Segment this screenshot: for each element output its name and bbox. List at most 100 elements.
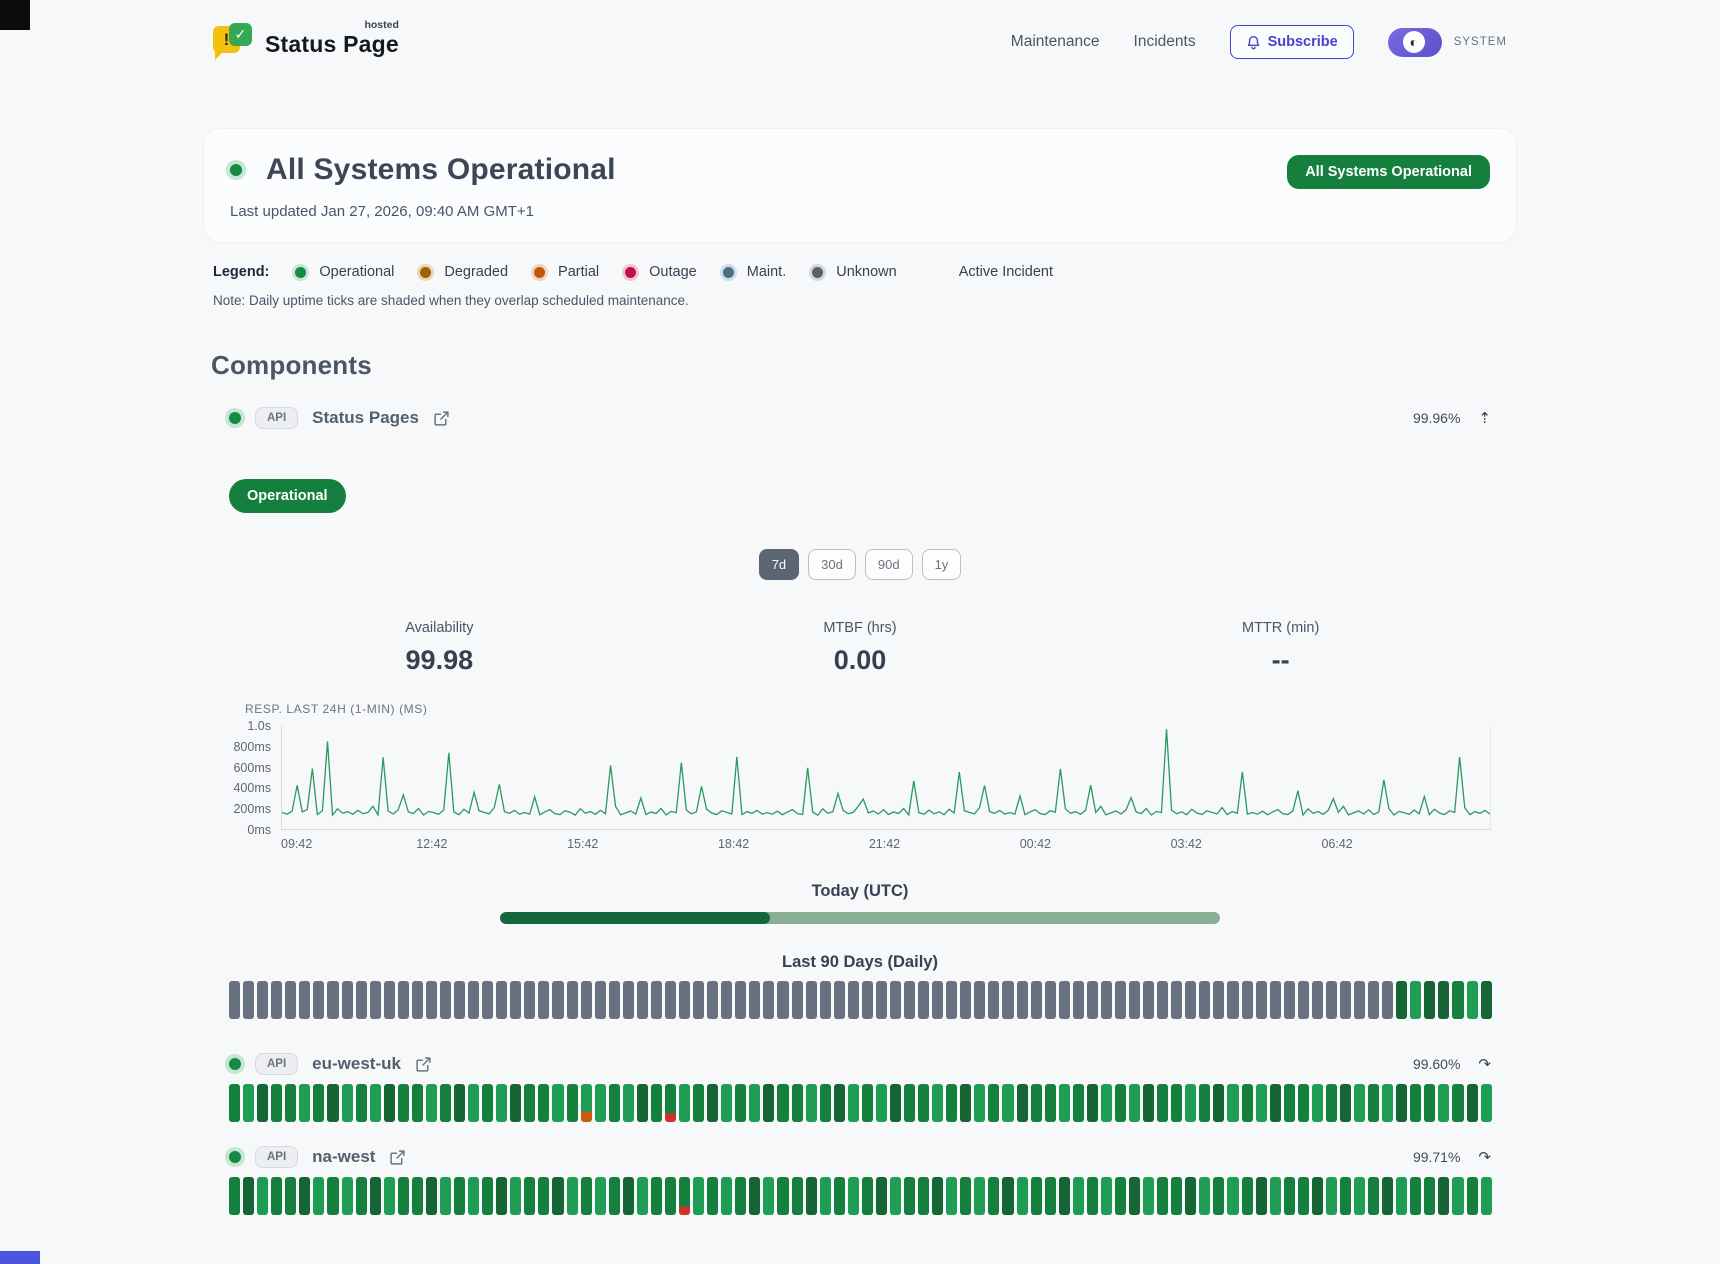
uptime-day-tick[interactable] [356,1177,367,1215]
uptime-day-tick[interactable] [749,1177,760,1215]
uptime-day-tick[interactable] [1410,1177,1421,1215]
uptime-day-tick[interactable] [1002,1084,1013,1122]
uptime-day-tick[interactable] [1452,1177,1463,1215]
uptime-day-tick[interactable] [257,1084,268,1122]
uptime-day-tick[interactable] [243,1084,254,1122]
uptime-day-tick[interactable] [524,1177,535,1215]
uptime-day-tick[interactable] [820,981,831,1019]
uptime-day-tick[interactable] [665,1177,676,1215]
uptime-day-tick[interactable] [679,981,690,1019]
uptime-day-tick[interactable] [1171,981,1182,1019]
uptime-day-tick[interactable] [1481,1177,1492,1215]
uptime-day-tick[interactable] [1213,1084,1224,1122]
uptime-day-tick[interactable] [1143,1177,1154,1215]
uptime-day-tick[interactable] [1073,1084,1084,1122]
uptime-day-tick[interactable] [285,1177,296,1215]
uptime-day-tick[interactable] [749,1084,760,1122]
uptime-day-tick[interactable] [468,1177,479,1215]
uptime-day-tick[interactable] [1284,1084,1295,1122]
uptime-day-tick[interactable] [1101,1084,1112,1122]
uptime-day-tick[interactable] [496,1084,507,1122]
uptime-day-tick[interactable] [1017,1177,1028,1215]
uptime-day-tick[interactable] [806,1177,817,1215]
uptime-day-tick[interactable] [285,1084,296,1122]
uptime-day-tick[interactable] [1312,1084,1323,1122]
uptime-day-tick[interactable] [1213,981,1224,1019]
uptime-day-tick[interactable] [1396,981,1407,1019]
uptime-day-tick[interactable] [749,981,760,1019]
uptime-day-tick[interactable] [1298,1084,1309,1122]
uptime-day-tick[interactable] [904,981,915,1019]
uptime-day-tick[interactable] [426,1084,437,1122]
uptime-day-tick[interactable] [327,1177,338,1215]
uptime-day-tick[interactable] [946,1084,957,1122]
collapse-arrow-icon[interactable]: ⇡ [1478,411,1491,426]
uptime-day-tick[interactable] [693,1177,704,1215]
uptime-day-tick[interactable] [834,1084,845,1122]
uptime-day-tick[interactable] [763,981,774,1019]
uptime-day-tick[interactable] [1031,981,1042,1019]
uptime-day-tick[interactable] [1171,1177,1182,1215]
uptime-day-tick[interactable] [440,981,451,1019]
uptime-day-tick[interactable] [229,1084,240,1122]
uptime-day-tick[interactable] [482,1084,493,1122]
uptime-day-tick[interactable] [342,1177,353,1215]
uptime-day-tick[interactable] [777,981,788,1019]
range-button-30d[interactable]: 30d [808,549,856,580]
uptime-day-tick[interactable] [1340,1177,1351,1215]
uptime-day-tick[interactable] [398,981,409,1019]
range-button-7d[interactable]: 7d [759,549,799,580]
uptime-day-tick[interactable] [454,1084,465,1122]
uptime-day-tick[interactable] [806,981,817,1019]
nav-maintenance[interactable]: Maintenance [1011,33,1100,51]
uptime-day-tick[interactable] [932,1084,943,1122]
uptime-day-tick[interactable] [904,1084,915,1122]
uptime-day-tick[interactable] [1382,1177,1393,1215]
uptime-day-tick[interactable] [707,981,718,1019]
uptime-day-tick[interactable] [1382,981,1393,1019]
uptime-day-tick[interactable] [1031,1177,1042,1215]
uptime-day-tick[interactable] [637,1084,648,1122]
uptime-day-tick[interactable] [1312,1177,1323,1215]
uptime-day-tick[interactable] [356,1084,367,1122]
uptime-day-tick[interactable] [482,981,493,1019]
uptime-day-tick[interactable] [1045,981,1056,1019]
uptime-day-tick[interactable] [721,981,732,1019]
uptime-day-tick[interactable] [1312,981,1323,1019]
uptime-day-tick[interactable] [1129,981,1140,1019]
uptime-day-tick[interactable] [1227,1084,1238,1122]
uptime-day-tick[interactable] [862,981,873,1019]
uptime-day-tick[interactable] [567,1177,578,1215]
uptime-day-tick[interactable] [1199,1177,1210,1215]
uptime-day-tick[interactable] [988,981,999,1019]
uptime-day-tick[interactable] [1396,1177,1407,1215]
uptime-day-tick[interactable] [1368,1177,1379,1215]
uptime-day-tick[interactable] [313,1177,324,1215]
uptime-day-tick[interactable] [426,1177,437,1215]
uptime-day-tick[interactable] [595,981,606,1019]
uptime-day-tick[interactable] [918,1084,929,1122]
uptime-day-tick[interactable] [946,1177,957,1215]
uptime-day-tick[interactable] [707,1084,718,1122]
uptime-day-tick[interactable] [496,1177,507,1215]
uptime-day-tick[interactable] [735,1084,746,1122]
external-link-icon[interactable] [433,410,450,427]
component-header-status-pages[interactable]: API Status Pages 99.96% ⇡ [193,407,1527,429]
uptime-day-tick[interactable] [327,981,338,1019]
uptime-day-tick[interactable] [651,1084,662,1122]
uptime-day-tick[interactable] [1143,981,1154,1019]
uptime-day-tick[interactable] [1129,1177,1140,1215]
uptime-day-tick[interactable] [271,1084,282,1122]
uptime-day-tick[interactable] [1031,1084,1042,1122]
uptime-day-tick[interactable] [1073,1177,1084,1215]
uptime-day-tick[interactable] [1087,1084,1098,1122]
uptime-day-tick[interactable] [1396,1084,1407,1122]
uptime-day-tick[interactable] [1101,1177,1112,1215]
component-header-eu-west-uk[interactable]: API eu-west-uk 99.60% ↷ [193,1053,1527,1075]
uptime-day-tick[interactable] [820,1084,831,1122]
uptime-day-tick[interactable] [651,1177,662,1215]
uptime-day-tick[interactable] [1199,1084,1210,1122]
uptime-day-tick[interactable] [257,1177,268,1215]
component-header-na-west[interactable]: API na-west 99.71% ↷ [193,1146,1527,1168]
uptime-day-tick[interactable] [482,1177,493,1215]
